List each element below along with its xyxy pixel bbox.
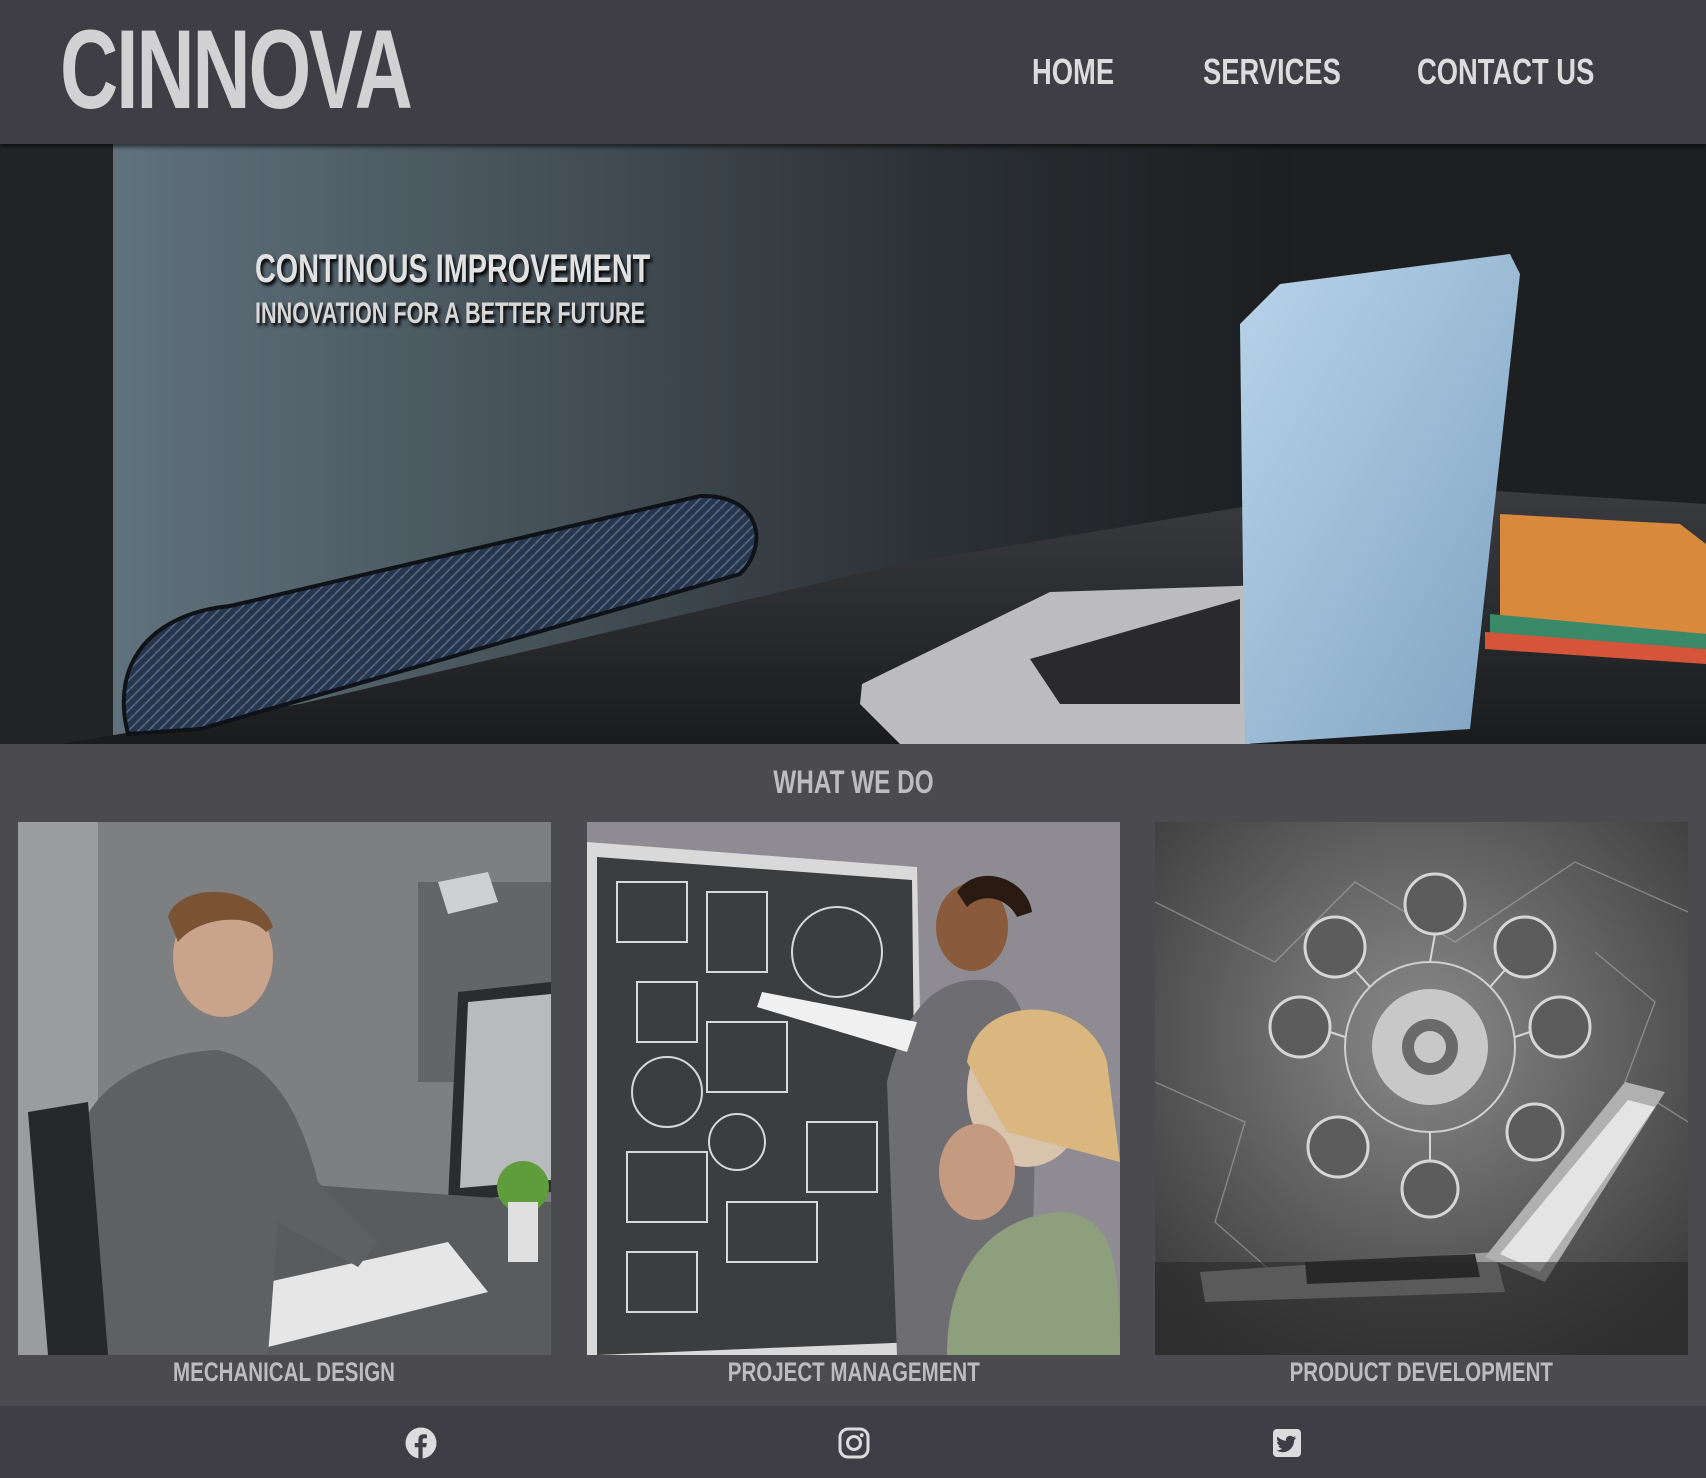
service-card-project-management[interactable] bbox=[587, 822, 1120, 1355]
nav-home-link[interactable]: HOME bbox=[1032, 48, 1114, 96]
nav-services-link[interactable]: SERVICES bbox=[1203, 48, 1341, 96]
site-footer bbox=[0, 1406, 1706, 1478]
twitter-icon[interactable] bbox=[1270, 1426, 1304, 1460]
hero-subtitle: INNOVATION FOR A BETTER FUTURE bbox=[255, 297, 645, 330]
service-label-product-development: PRODUCT DEVELOPMENT bbox=[1289, 1357, 1554, 1387]
service-card-product-development[interactable] bbox=[1155, 822, 1688, 1355]
facebook-icon[interactable] bbox=[404, 1426, 438, 1460]
hero-office-desk-image bbox=[0, 144, 1706, 744]
service-card-mechanical-design[interactable] bbox=[18, 822, 551, 1355]
service-label-project-management: PROJECT MANAGEMENT bbox=[727, 1357, 980, 1387]
gear-network-laptop-image bbox=[1155, 822, 1688, 1355]
service-label-mechanical-design: MECHANICAL DESIGN bbox=[173, 1357, 396, 1387]
hero-title: CONTINOUS IMPROVEMENT bbox=[255, 247, 651, 291]
team-at-chalkboard-image bbox=[587, 822, 1120, 1355]
engineer-at-drafting-desk-image bbox=[18, 822, 551, 1355]
site-logo[interactable]: CINNOVA bbox=[60, 8, 413, 132]
site-header: CINNOVA HOME SERVICES CONTACT US bbox=[0, 0, 1706, 144]
hero-banner: CONTINOUS IMPROVEMENT INNOVATION FOR A B… bbox=[0, 144, 1706, 744]
nav-contact-link[interactable]: CONTACT US bbox=[1417, 48, 1594, 96]
services-heading-text: WHAT WE DO bbox=[772, 764, 934, 800]
instagram-icon[interactable] bbox=[837, 1426, 871, 1460]
services-heading: WHAT WE DO bbox=[0, 760, 1706, 804]
